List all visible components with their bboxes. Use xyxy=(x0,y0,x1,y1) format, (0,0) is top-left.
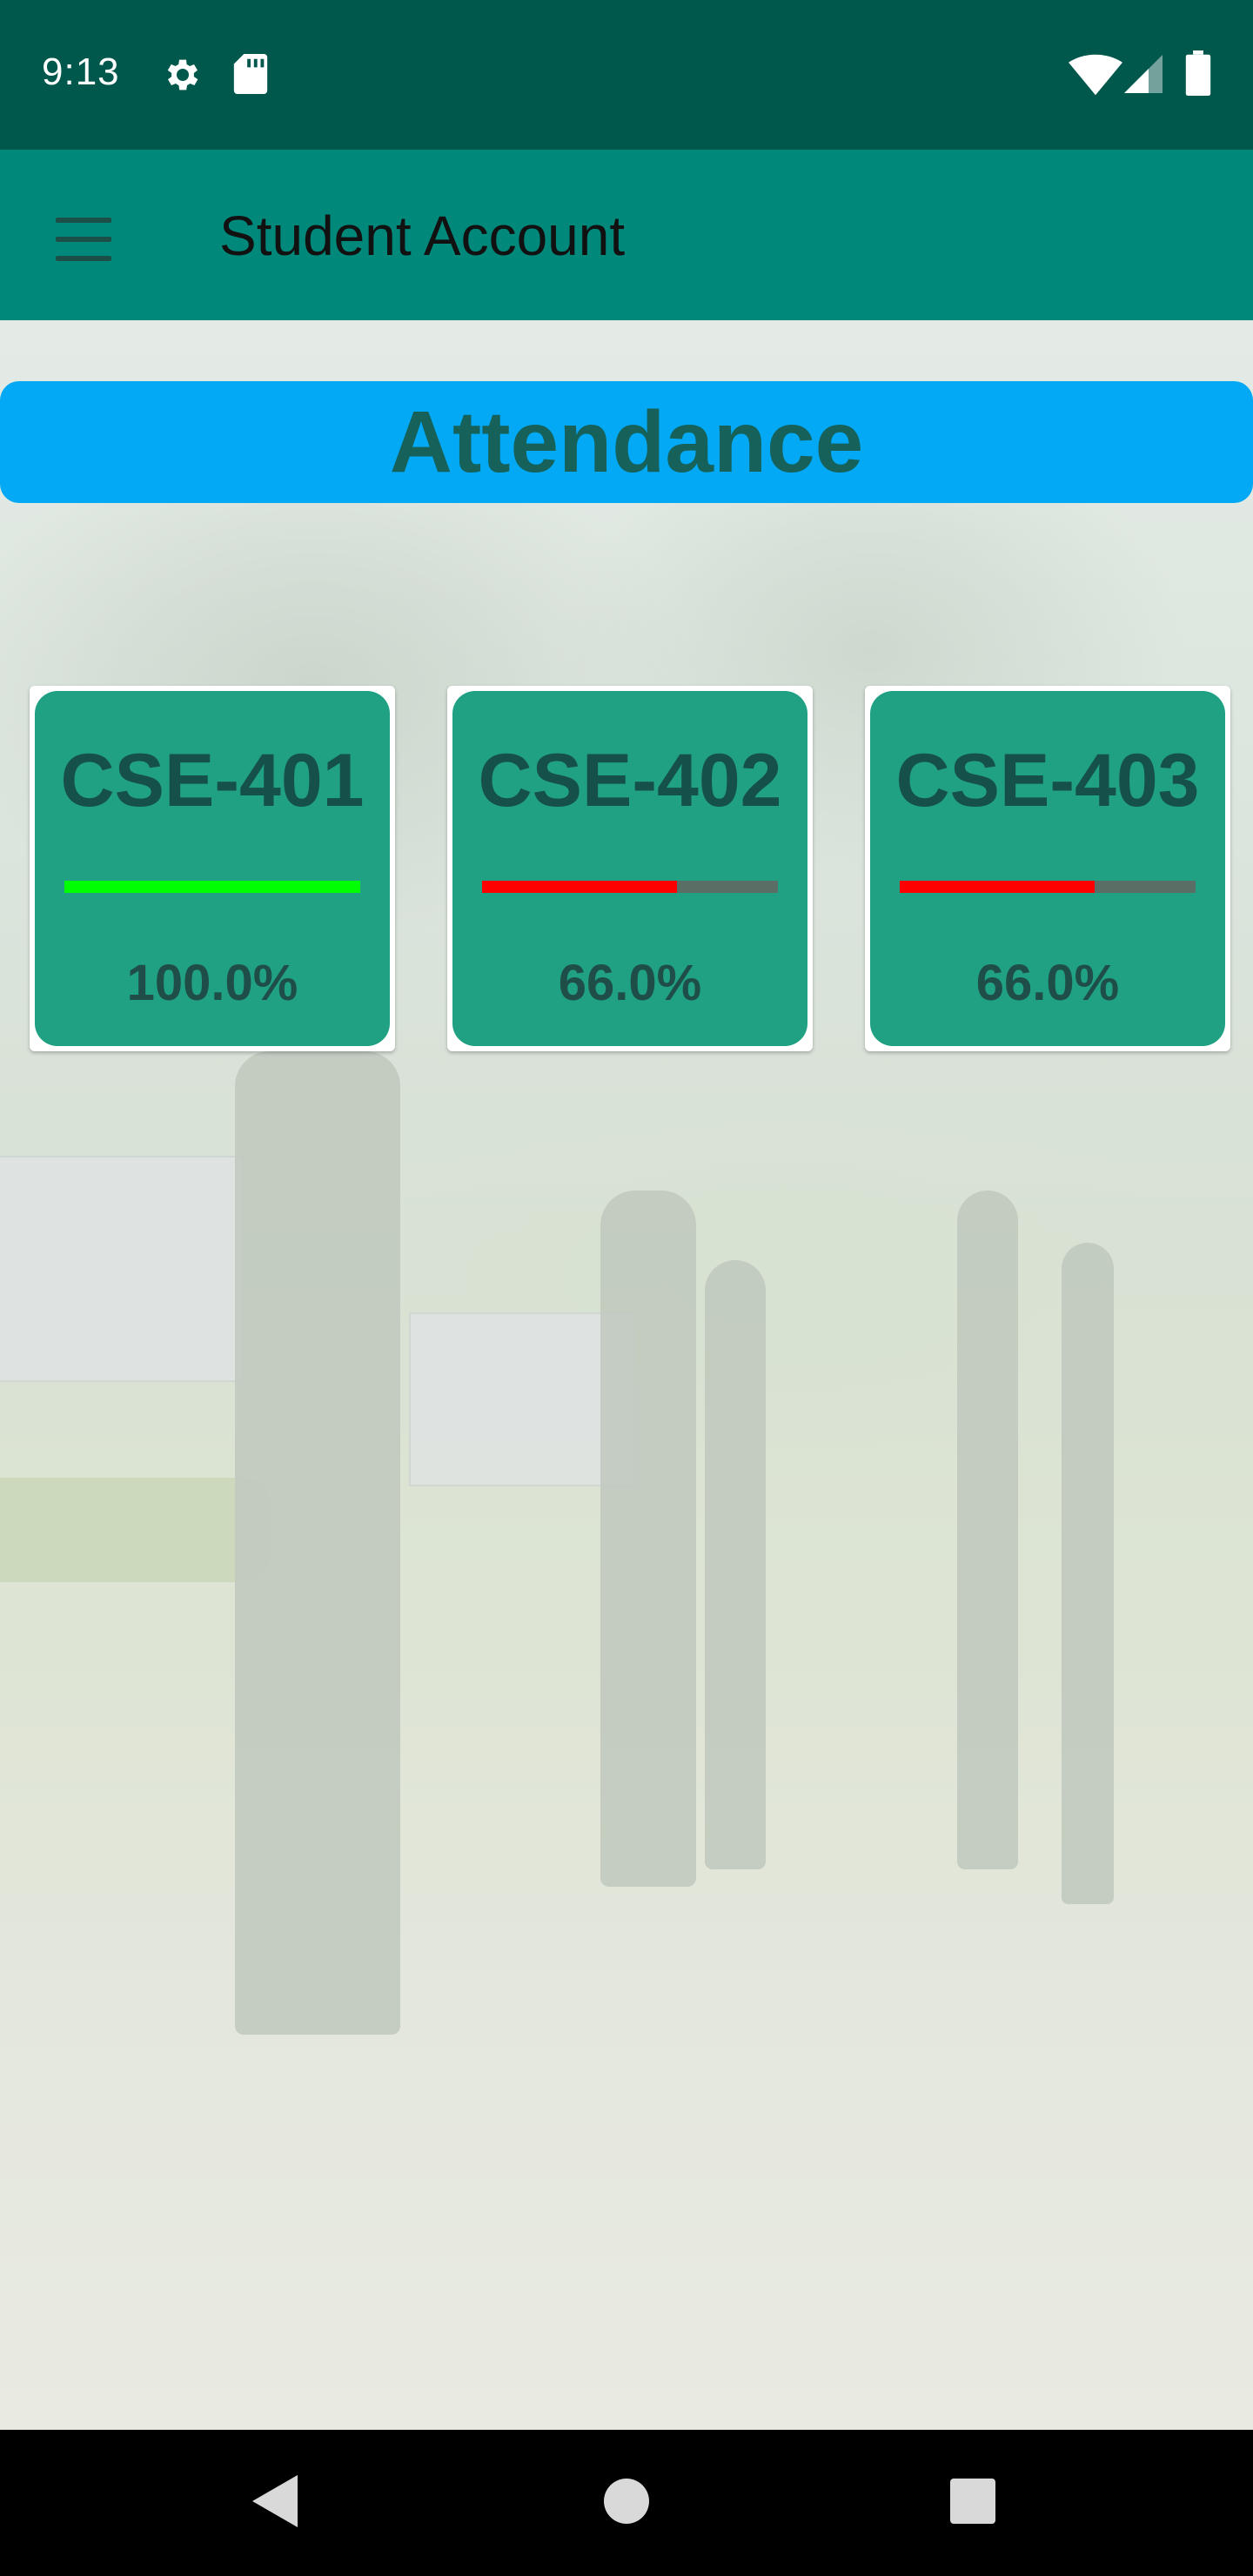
attendance-screen: Attendance CSE-401 100.0% CSE-402 66.0% … xyxy=(0,320,1253,2430)
signal-icon xyxy=(1124,55,1163,93)
status-bar: 9:13 xyxy=(0,0,1253,150)
course-code: CSE-403 xyxy=(895,739,1200,822)
battery-icon xyxy=(1185,50,1211,96)
course-code: CSE-401 xyxy=(60,739,365,822)
background-building xyxy=(0,1156,244,1382)
attendance-progress-bar xyxy=(900,881,1196,893)
background-tree-trunk xyxy=(957,1191,1018,1869)
home-icon[interactable] xyxy=(604,2479,649,2524)
course-card-cse-401[interactable]: CSE-401 100.0% xyxy=(30,686,395,1051)
course-card-cse-402[interactable]: CSE-402 66.0% xyxy=(447,686,813,1051)
navigation-bar xyxy=(0,2430,1253,2576)
attendance-progress-bar xyxy=(482,881,778,893)
sd-card-icon xyxy=(233,54,268,94)
course-card-cse-403[interactable]: CSE-403 66.0% xyxy=(865,686,1230,1051)
back-icon[interactable] xyxy=(252,2475,298,2527)
attendance-progress-fill xyxy=(900,881,1096,893)
attendance-percentage: 66.0% xyxy=(975,955,1120,1011)
background-tree-trunk xyxy=(600,1191,696,1887)
attendance-banner: Attendance xyxy=(0,381,1253,503)
attendance-percentage: 66.0% xyxy=(558,955,702,1011)
course-code: CSE-402 xyxy=(478,739,782,822)
attendance-percentage: 100.0% xyxy=(126,955,298,1011)
background-tree-trunk xyxy=(705,1260,766,1869)
background-hedge xyxy=(0,1478,270,1582)
attendance-progress-fill xyxy=(482,881,678,893)
wifi-icon xyxy=(1069,54,1122,96)
background-tree-trunk xyxy=(235,1051,400,2035)
gear-icon xyxy=(167,59,198,91)
recent-apps-icon[interactable] xyxy=(950,2479,995,2524)
status-time: 9:13 xyxy=(42,50,120,93)
page-title: Student Account xyxy=(219,205,626,267)
background-tree-trunk xyxy=(1062,1243,1114,1904)
attendance-title: Attendance xyxy=(389,392,864,491)
hamburger-menu-icon[interactable] xyxy=(47,205,120,278)
attendance-progress-fill xyxy=(64,881,360,893)
attendance-progress-bar xyxy=(64,881,360,893)
app-bar: Student Account xyxy=(0,150,1253,320)
